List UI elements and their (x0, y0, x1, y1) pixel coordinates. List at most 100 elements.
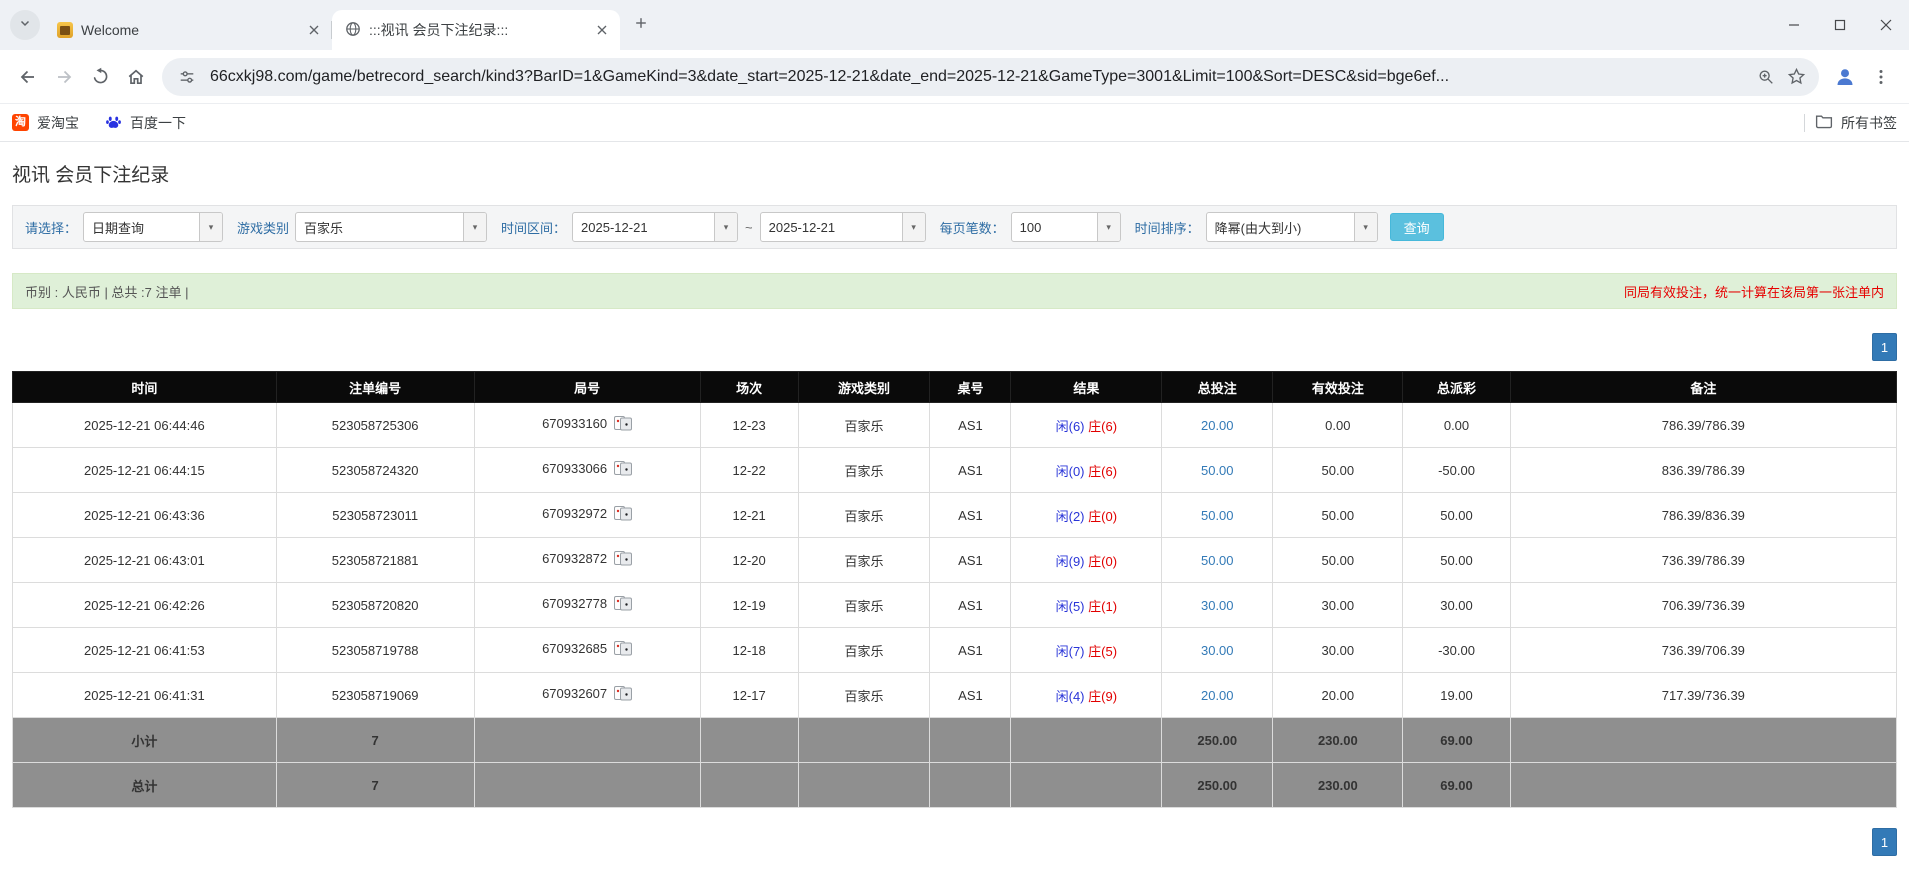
all-bookmarks-button[interactable]: 所有书签 (1815, 113, 1897, 133)
page-1-button[interactable]: 1 (1872, 333, 1897, 361)
bet-row: 2025-12-21 06:43:01523058721881670932872… (13, 538, 1897, 583)
chevron-down-icon[interactable]: ▾ (1097, 213, 1120, 241)
three-dots-icon (1873, 69, 1889, 85)
round-id-text: 670932607 (542, 686, 607, 701)
game-replay-cards-icon[interactable] (614, 461, 632, 479)
chevron-down-icon[interactable]: ▾ (463, 213, 486, 241)
window-maximize-button[interactable] (1817, 0, 1863, 50)
date-end-select[interactable]: 2025-12-21 ▾ (760, 212, 926, 242)
empty-cell (700, 718, 798, 763)
bet-row: 2025-12-21 06:41:31523058719069670932607… (13, 673, 1897, 718)
total-bet-link[interactable]: 50.00 (1201, 463, 1234, 478)
back-button[interactable] (10, 59, 46, 95)
chevron-down-icon (19, 16, 31, 34)
game-replay-cards-icon[interactable] (614, 506, 632, 524)
page-1-button[interactable]: 1 (1872, 828, 1897, 856)
bet-id-cell: 523058720820 (276, 583, 474, 628)
chevron-down-icon[interactable]: ▾ (1354, 213, 1377, 241)
col-header-round-id: 局号 (474, 372, 700, 403)
bet-row: 2025-12-21 06:43:36523058723011670932972… (13, 493, 1897, 538)
bookmarks-bar: 淘 爱淘宝 百度一下 所有书签 (0, 104, 1909, 142)
bookmark-label: 爱淘宝 (37, 113, 79, 133)
address-bar[interactable]: 66cxkj98.com/game/betrecord_search/kind3… (162, 58, 1819, 96)
refresh-icon (91, 67, 110, 86)
table-id-cell: AS1 (930, 673, 1011, 718)
summary-bar: 币别 : 人民币 | 总共 :7 注单 | 同局有效投注，统一计算在该局第一张注… (12, 273, 1897, 309)
session-cell: 12-22 (700, 448, 798, 493)
total-bet-cell: 30.00 (1162, 583, 1273, 628)
site-settings-button[interactable] (172, 62, 202, 92)
empty-cell (474, 763, 700, 808)
empty-cell (700, 763, 798, 808)
refresh-button[interactable] (82, 59, 118, 95)
star-icon (1787, 67, 1806, 86)
total-payout: 69.00 (1403, 763, 1510, 808)
home-button[interactable] (118, 59, 154, 95)
result-player: 闲(2) (1056, 509, 1085, 524)
table-id-cell: AS1 (930, 628, 1011, 673)
bet-row: 2025-12-21 06:44:46523058725306670933160… (13, 403, 1897, 448)
total-bet-link[interactable]: 50.00 (1201, 508, 1234, 523)
query-mode-select[interactable]: 日期查询 ▾ (83, 212, 223, 242)
bookmark-baidu[interactable]: 百度一下 (105, 113, 186, 133)
result-cell: 闲(2) 庄(0) (1011, 493, 1162, 538)
game-replay-cards-icon[interactable] (614, 551, 632, 569)
browser-menu-button[interactable] (1863, 59, 1899, 95)
total-valid-bet: 230.00 (1273, 763, 1403, 808)
forward-button[interactable] (46, 59, 82, 95)
subtotal-payout: 69.00 (1403, 718, 1510, 763)
tab-betrecord[interactable]: :::视讯 会员下注纪录::: (332, 10, 620, 50)
chevron-down-icon[interactable]: ▾ (902, 213, 925, 241)
search-button[interactable]: 查询 (1390, 213, 1444, 241)
col-header-bet-id: 注单编号 (276, 372, 474, 403)
session-cell: 12-20 (700, 538, 798, 583)
bet-row: 2025-12-21 06:44:15523058724320670933066… (13, 448, 1897, 493)
sort-label: 时间排序： (1135, 218, 1200, 237)
tab-close-button[interactable] (592, 20, 612, 40)
bookmark-taobao[interactable]: 淘 爱淘宝 (12, 113, 79, 133)
bookmark-star-button[interactable] (1781, 62, 1811, 92)
sort-order-select[interactable]: 降幂(由大到小) ▾ (1206, 212, 1378, 242)
per-page-select[interactable]: 100 ▾ (1011, 212, 1121, 242)
total-bet-link[interactable]: 30.00 (1201, 598, 1234, 613)
round-id-cell: 670933066 (474, 448, 700, 493)
window-minimize-button[interactable] (1771, 0, 1817, 50)
taobao-icon: 淘 (12, 114, 29, 131)
total-bet-cell: 50.00 (1162, 448, 1273, 493)
date-start-select[interactable]: 2025-12-21 ▾ (572, 212, 738, 242)
table-id-cell: AS1 (930, 403, 1011, 448)
col-header-result: 结果 (1011, 372, 1162, 403)
tab-welcome[interactable]: Welcome (44, 10, 332, 50)
game-replay-cards-icon[interactable] (614, 686, 632, 704)
new-tab-button[interactable] (626, 10, 656, 40)
valid-bet-cell: 50.00 (1273, 448, 1403, 493)
game-type-select[interactable]: 百家乐 ▾ (295, 212, 487, 242)
navigation-bar: 66cxkj98.com/game/betrecord_search/kind3… (0, 50, 1909, 104)
session-cell: 12-19 (700, 583, 798, 628)
note-cell: 717.39/736.39 (1510, 673, 1896, 718)
welcome-favicon-icon (57, 22, 73, 38)
col-header-valid-bet: 有效投注 (1273, 372, 1403, 403)
game-replay-cards-icon[interactable] (614, 596, 632, 614)
pagination-top: 1 (12, 333, 1897, 361)
sort-order-value: 降幂(由大到小) (1207, 218, 1354, 237)
total-bet-link[interactable]: 50.00 (1201, 553, 1234, 568)
total-bet-link[interactable]: 20.00 (1201, 688, 1234, 703)
tab-search-button[interactable] (10, 10, 40, 40)
bet-id-cell: 523058719788 (276, 628, 474, 673)
total-bet-link[interactable]: 30.00 (1201, 643, 1234, 658)
game-replay-cards-icon[interactable] (614, 641, 632, 659)
game-replay-cards-icon[interactable] (614, 416, 632, 434)
tab-close-button[interactable] (304, 20, 324, 40)
round-id-cell: 670932685 (474, 628, 700, 673)
chevron-down-icon[interactable]: ▾ (714, 213, 737, 241)
filter-bar: 请选择： 日期查询 ▾ 游戏类别 百家乐 ▾ 时间区间： 2025-12-21 … (12, 205, 1897, 249)
profile-button[interactable] (1827, 59, 1863, 95)
total-bet-link[interactable]: 20.00 (1201, 418, 1234, 433)
per-page-label: 每页笔数： (940, 218, 1005, 237)
pagination-bottom: 1 (12, 828, 1897, 856)
zoom-button[interactable] (1751, 62, 1781, 92)
empty-cell (1011, 763, 1162, 808)
window-close-button[interactable] (1863, 0, 1909, 50)
chevron-down-icon[interactable]: ▾ (199, 213, 222, 241)
